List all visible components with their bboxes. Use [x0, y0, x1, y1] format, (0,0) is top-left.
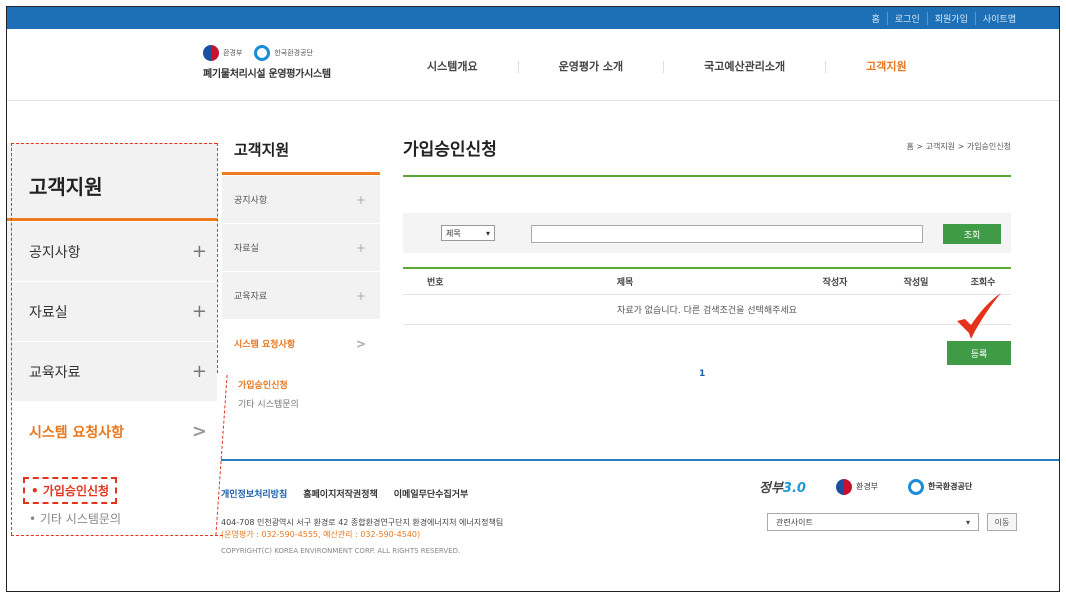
gov30-logo: 정부3.0 [759, 477, 806, 496]
select-value: 제목 [446, 228, 461, 238]
plus-icon: + [355, 240, 366, 255]
sidebar: 고객지원 공지사항 + 자료실 + 교육자료 + 시스템 요청사항 > 가입승인신청 기… [222, 135, 380, 413]
zoomed-item-archive[interactable]: 자료실 + [7, 281, 217, 341]
zoomed-item-label: 자료실 [29, 304, 68, 321]
header: 환경부 한국환경공단 폐기물처리시설 운영평가시스템 시스템개요 운영평가 소개… [7, 29, 1059, 101]
sidebar-title: 고객지원 [222, 135, 380, 175]
zoomed-sub-system-inquiry[interactable]: • 기타 시스템문의 [23, 504, 217, 533]
zoomed-item-label: 공지사항 [29, 244, 81, 261]
sidebar-item-notice[interactable]: 공지사항 + [222, 175, 380, 223]
top-bar: 홈 로그인 회원가입 사이트맵 [7, 7, 1059, 29]
select-value: 관련사이트 [776, 517, 813, 527]
zoomed-item-notice[interactable]: 공지사항 + [7, 221, 217, 281]
col-author: 작성자 [822, 278, 848, 288]
sidebar-item-education[interactable]: 교육자료 + [222, 271, 380, 319]
col-number: 번호 [427, 278, 444, 288]
sidebar-sub-signup-approval[interactable]: 가입승인신청 [238, 375, 380, 394]
empty-message: 자료가 없습니다. 다른 검색조건을 선택해주세요 [403, 295, 1011, 325]
copyright-text: COPYRIGHT(C) KOREA ENVIRONMENT CORP. ALL… [221, 547, 461, 555]
chevron-down-icon: ▾ [485, 228, 490, 238]
signup-link[interactable]: 회원가입 [926, 11, 975, 25]
zoomed-item-label: 교육자료 [29, 364, 81, 381]
zoomed-item-system-request[interactable]: 시스템 요청사항 > [7, 401, 217, 461]
callout-line-top [11, 143, 217, 144]
chevron-down-icon: ▾ [965, 517, 970, 527]
red-checkmark-icon [957, 293, 1001, 339]
ministry-footer-logo: 환경부 [835, 478, 879, 495]
results-table: 번호 제목 작성자 작성일 조회수 자료가 없습니다. 다른 검색조건을 선택해… [403, 267, 1011, 325]
contact-text: (운영평가 : 032-590-4555, 예산관리 : 032-590-454… [221, 530, 421, 539]
col-views: 조회수 [970, 278, 996, 288]
email-policy-link[interactable]: 이메일무단수집거부 [394, 487, 469, 500]
login-link[interactable]: 로그인 [886, 11, 927, 25]
col-title: 제목 [616, 278, 634, 288]
zoomed-item-education[interactable]: 교육자료 + [7, 341, 217, 401]
zoomed-item-label: 시스템 요청사항 [29, 424, 125, 441]
sidebar-item-label: 자료실 [234, 244, 259, 254]
keco-logo-icon [254, 45, 271, 61]
address-text: 404-708 인천광역시 서구 환경로 42 종합환경연구단지 환경에너지처 … [221, 518, 504, 527]
ministry-logo-icon [835, 478, 852, 495]
related-site-select[interactable]: 관련사이트 ▾ [767, 513, 979, 531]
nav-evaluation-intro[interactable]: 운영평가 소개 [517, 61, 664, 73]
callout-line-left [11, 143, 12, 535]
page-number[interactable]: 1 [699, 369, 705, 379]
title-divider [403, 175, 1011, 177]
nav-system-overview[interactable]: 시스템개요 [387, 61, 518, 73]
main-nav: 시스템개요 운영평가 소개 국고예산관리소개 고객지원 [387, 61, 947, 73]
chevron-right-icon: > [191, 421, 207, 442]
nav-budget-intro[interactable]: 국고예산관리소개 [663, 61, 825, 73]
plus-icon: + [355, 288, 366, 303]
copyright-policy-link[interactable]: 홈페이지저작권정책 [303, 487, 378, 500]
col-date: 작성일 [903, 278, 929, 288]
keco-name: 한국환경공단 [928, 482, 973, 491]
top-links: 홈 로그인 회원가입 사이트맵 [865, 7, 1023, 29]
breadcrumb: 홈 > 고객지원 > 가입승인신청 [906, 142, 1011, 151]
go-button[interactable]: 이동 [987, 513, 1017, 531]
sidebar-submenu: 가입승인신청 기타 시스템문의 [222, 367, 380, 413]
search-input[interactable] [531, 225, 923, 243]
system-name: 폐기물처리시설 운영평가시스템 [203, 69, 331, 80]
keco-footer-logo: 한국환경공단 [908, 478, 973, 495]
sidebar-item-archive[interactable]: 자료실 + [222, 223, 380, 271]
callout-line-right [217, 143, 218, 373]
nav-customer-support[interactable]: 고객지원 [825, 61, 946, 73]
footer-logos: 정부3.0 환경부 한국환경공단 [759, 477, 972, 496]
chevron-right-icon: > [355, 336, 366, 351]
zoomed-submenu: • 가입승인신청 • 기타 시스템문의 [7, 461, 217, 533]
home-link[interactable]: 홈 [865, 12, 887, 25]
zoomed-sidebar-title: 고객지원 [7, 143, 217, 221]
sidebar-item-label: 시스템 요청사항 [234, 340, 296, 350]
sitemap-link[interactable]: 사이트맵 [974, 11, 1023, 25]
table-header: 번호 제목 작성자 작성일 조회수 [403, 269, 1011, 295]
keco-name: 한국환경공단 [274, 49, 313, 57]
footer-divider [221, 459, 1059, 461]
privacy-policy-link[interactable]: 개인정보처리방침 [221, 487, 287, 500]
zoomed-sub-signup-approval[interactable]: • 가입승인신청 [23, 477, 118, 504]
search-bar: 제목 ▾ 조회 [403, 213, 1011, 253]
plus-icon: + [355, 192, 366, 207]
callout-line-bottom [11, 535, 223, 536]
search-field-select[interactable]: 제목 ▾ [441, 225, 495, 241]
browser-frame: 홈 로그인 회원가입 사이트맵 환경부 한국환경공단 폐기물처리시설 운영평가시… [6, 6, 1060, 592]
gov30-number: 3.0 [782, 481, 806, 496]
footer-address: 404-708 인천광역시 서구 환경로 42 종합환경연구단지 환경에너지처 … [221, 517, 661, 541]
ministry-logo-icon [203, 45, 219, 61]
zoomed-sidebar: 고객지원 공지사항 + 자료실 + 교육자료 + 시스템 요청사항 > • 가입승인신청… [7, 143, 217, 533]
sidebar-sub-system-inquiry[interactable]: 기타 시스템문의 [238, 394, 380, 413]
ministry-name: 환경부 [855, 482, 879, 491]
plus-icon: + [191, 241, 207, 262]
ministry-name: 환경부 [223, 49, 243, 57]
footer-links: 개인정보처리방침 홈페이지저작권정책 이메일무단수집거부 [221, 487, 468, 500]
plus-icon: + [191, 301, 207, 322]
main-content: 가입승인신청 홈 > 고객지원 > 가입승인신청 제목 ▾ 조회 번호 제목 작… [403, 135, 1011, 379]
sidebar-item-system-request[interactable]: 시스템 요청사항 > [222, 319, 380, 367]
search-button[interactable]: 조회 [943, 224, 1001, 244]
sidebar-item-label: 공지사항 [234, 196, 268, 206]
site-logo[interactable]: 환경부 한국환경공단 폐기물처리시설 운영평가시스템 [203, 45, 373, 80]
gov30-text: 정부 [759, 481, 783, 496]
plus-icon: + [191, 361, 207, 382]
keco-logo-icon [908, 478, 925, 495]
sidebar-item-label: 교육자료 [234, 292, 268, 302]
